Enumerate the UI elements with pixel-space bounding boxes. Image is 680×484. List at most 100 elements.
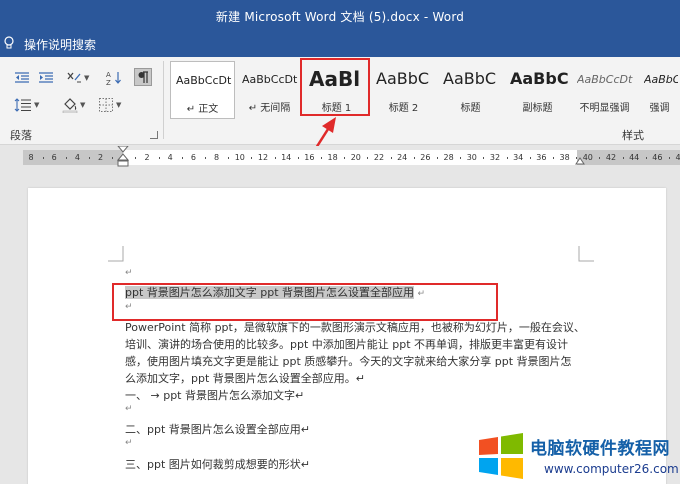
indent-marker-icon[interactable] <box>117 146 129 168</box>
svg-text:A: A <box>106 71 111 79</box>
style-preview: AaBl <box>309 67 361 91</box>
watermark: 电脑软硬件教程网 www.computer26.com <box>474 428 680 484</box>
ruler-tick-label: 32 <box>489 153 501 162</box>
chevron-down-icon[interactable]: ▼ <box>34 101 39 109</box>
window-title: 新建 Microsoft Word 文档 (5).docx - Word <box>215 10 465 24</box>
ruler-tick-mark <box>89 157 90 159</box>
ruler-tick-label: 18 <box>327 153 338 162</box>
style-heading-1[interactable]: AaBl 标题 1 <box>304 61 369 119</box>
ruler[interactable]: 8 6 4 2 2 4 6 8 10 12 14 16 18 20 22 24 26 28 30 32 34 36 38 40… <box>0 146 680 168</box>
ruler-tick-label: 34 <box>513 153 524 162</box>
ruler-tick-label: 48 <box>675 153 680 162</box>
paragraph-dialog-launcher[interactable] <box>150 131 158 139</box>
body-line[interactable]: 感，使用图片填充文字更是能让 ppt 质感攀升。今天的文字就来给大家分享 ppt… <box>125 353 572 369</box>
tell-me-label[interactable]: 操作说明搜索 <box>24 36 96 53</box>
tell-me-bar[interactable]: 操作说明搜索 <box>0 30 680 57</box>
ruler-tick-mark <box>65 157 67 159</box>
style-no-spacing[interactable]: AaBbCcDt ↵ 无间隔 <box>237 61 302 119</box>
ruler-tick-mark <box>553 157 554 159</box>
ruler-tick-label: 12 <box>257 153 269 162</box>
ruler-tick-label: 8 <box>214 153 220 162</box>
ruler-tick-label: 26 <box>420 153 431 162</box>
style-name: 不明显强调 <box>579 103 630 114</box>
ruler-tick-label: 14 <box>281 153 292 162</box>
list-item[interactable]: 三、ppt 图片如何裁剪成想要的形状↵ <box>125 456 310 472</box>
ruler-tick-mark <box>228 157 230 159</box>
title-bar: 新建 Microsoft Word 文档 (5).docx - Word <box>0 0 680 30</box>
crop-mark-icon <box>108 246 124 262</box>
show-formatting-marks-button[interactable] <box>134 68 152 86</box>
ruler-tick-label: 6 <box>190 153 196 162</box>
ruler-tick-mark <box>483 157 485 159</box>
ruler-tick-label: 38 <box>559 153 570 162</box>
style-heading-2[interactable]: AaBbC 标题 2 <box>371 61 436 119</box>
ruler-tick-label: 10 <box>234 153 245 162</box>
style-preview: AaBbCcDt <box>577 73 633 86</box>
style-emphasis[interactable]: AaBbCcDt 强调 <box>639 61 680 119</box>
body-line[interactable]: 培训、演讲的场合使用的比较多。ppt 中添加图片能让 ppt 不再单调，排版更丰… <box>125 336 568 352</box>
ruler-tick-mark <box>599 157 601 159</box>
ruler-tick-mark <box>344 157 346 159</box>
style-preview: AaBbCcDt <box>644 73 678 86</box>
watermark-url: www.computer26.com <box>544 462 679 476</box>
crop-mark-icon <box>578 246 594 262</box>
ruler-tick-mark <box>506 157 508 159</box>
chevron-down-icon[interactable]: ▼ <box>84 74 89 82</box>
ruler-tick-label: 20 <box>350 153 361 162</box>
style-title[interactable]: AaBbC 标题 <box>438 61 503 119</box>
svg-text:Z: Z <box>106 79 111 86</box>
line-spacing-button[interactable]: ▼ <box>14 98 39 112</box>
heading-highlight-box <box>112 283 498 321</box>
paragraph-mark: ↵ <box>125 404 133 414</box>
ruler-tick-mark <box>622 157 624 159</box>
style-preview: AaBbCcDt <box>242 73 298 86</box>
ruler-tick-label: 24 <box>397 153 408 162</box>
ruler-tick-mark <box>297 157 299 159</box>
style-preview: AaBbC <box>443 69 497 88</box>
style-name: 副标题 <box>522 103 553 114</box>
right-indent-marker-icon[interactable] <box>575 156 585 165</box>
ruler-tick-label: 46 <box>652 153 663 162</box>
style-preview: AaBbCcDt <box>176 74 232 87</box>
ruler-tick-label: 36 <box>536 153 547 162</box>
increase-indent-button[interactable] <box>38 71 54 85</box>
borders-button[interactable]: ▼ <box>98 97 121 113</box>
pilcrow-icon <box>138 70 148 83</box>
ruler-tick-mark <box>205 157 206 159</box>
body-line[interactable]: PowerPoint 简称 ppt，是微软旗下的一款图形演示文稿应用，也被称为幻… <box>125 319 585 335</box>
chevron-down-icon[interactable]: ▼ <box>80 101 85 109</box>
style-name: 标题 1 <box>321 103 352 114</box>
paragraph-mark: ↵ <box>125 438 133 448</box>
ruler-tick-label: 22 <box>373 153 385 162</box>
chinese-layout-button[interactable]: ▼ <box>66 70 89 85</box>
ruler-tick-label: 44 <box>629 153 640 162</box>
sort-button[interactable]: A Z <box>106 70 122 86</box>
style-subtle-emphasis[interactable]: AaBbCcDt 不明显强调 <box>572 61 637 119</box>
style-name: ↵ 正文 <box>186 104 219 115</box>
ruler-tick-label: 2 <box>144 153 150 162</box>
list-item[interactable]: 二、ppt 背景图片怎么设置全部应用↵ <box>125 421 310 437</box>
ruler-tick-label: 2 <box>98 153 104 162</box>
list-item[interactable]: 一、 → ppt 背景图片怎么添加文字↵ <box>125 387 304 403</box>
lightbulb-icon <box>4 36 14 49</box>
ruler-tick-mark <box>158 157 160 159</box>
style-name: 标题 <box>460 103 481 114</box>
body-line[interactable]: 么添加文字，ppt 背景图片怎么设置全部应用。↵ <box>125 370 365 386</box>
ruler-tick-mark <box>437 157 438 159</box>
ruler-tick-mark <box>645 157 647 159</box>
decrease-indent-button[interactable] <box>14 71 30 85</box>
chevron-down-icon[interactable]: ▼ <box>116 101 121 109</box>
style-subtitle[interactable]: AaBbC 副标题 <box>505 61 570 119</box>
ruler-tick-mark <box>367 157 369 159</box>
style-normal[interactable]: AaBbCcDt ↵ 正文 <box>170 61 235 119</box>
paragraph-mark: ↵ <box>125 268 133 278</box>
group-separator <box>163 61 164 139</box>
shading-button[interactable]: ▼ <box>62 97 85 113</box>
ruler-tick-mark <box>112 157 114 159</box>
style-name: 强调 <box>649 103 670 114</box>
style-name: 标题 2 <box>388 103 419 114</box>
watermark-site-name: 电脑软硬件教程网 <box>530 439 670 459</box>
ruler-tick-mark <box>251 157 253 159</box>
ruler-tick-mark <box>529 157 531 159</box>
ruler-tick-mark <box>274 157 276 159</box>
